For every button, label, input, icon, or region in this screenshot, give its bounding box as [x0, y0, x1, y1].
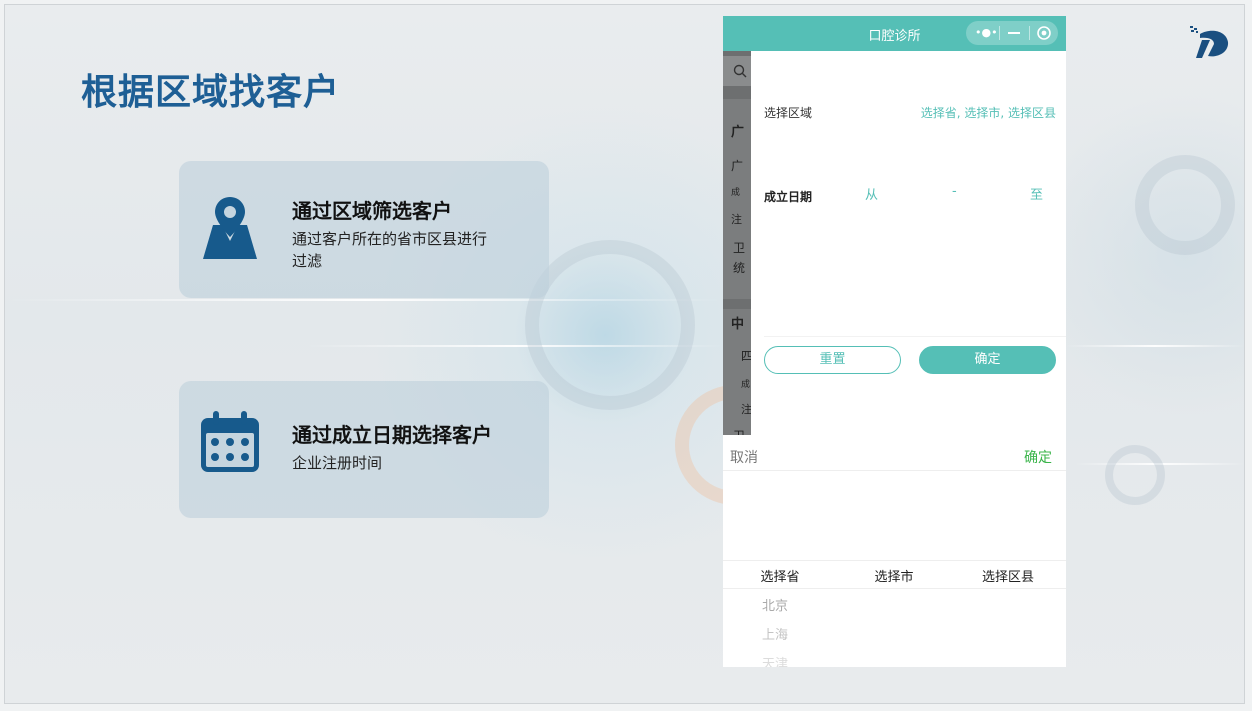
gear-decoration: [1135, 155, 1235, 255]
list-fragment: 广: [731, 159, 744, 173]
confirm-button[interactable]: 确定: [919, 346, 1056, 374]
card-title: 通过成立日期选择客户: [292, 423, 492, 447]
more-dots-icon[interactable]: •●•: [975, 26, 998, 40]
page-title: 根据区域找客户: [81, 72, 341, 113]
close-circle-icon[interactable]: [1037, 26, 1051, 40]
list-fragment: 中: [731, 317, 745, 332]
search-icon: [733, 63, 747, 78]
mini-program-capsule: •●•: [966, 21, 1058, 45]
company-logo-icon: [1190, 26, 1229, 58]
feature-card-region: 通过区域筛选客户 通过客户所在的省市区县进行过滤: [179, 161, 549, 298]
region-selector[interactable]: 选择省, 选择市, 选择区县: [921, 104, 1056, 121]
list-fragment: 成: [731, 188, 741, 198]
picker-confirm-button[interactable]: 确定: [1024, 447, 1052, 467]
background-list: 广 广 成 注 卫 统 中 四 成 注 卫: [723, 51, 751, 435]
picker-column-province[interactable]: 选择省: [723, 566, 837, 585]
picker-option[interactable]: 天津: [723, 653, 827, 667]
reset-button[interactable]: 重置: [764, 346, 901, 374]
picker-option[interactable]: 上海: [723, 624, 827, 643]
date-separator: -: [952, 184, 957, 199]
minimize-icon[interactable]: [1007, 26, 1021, 40]
picker-column-district[interactable]: 选择区县: [951, 566, 1065, 585]
calendar-icon: [201, 411, 259, 472]
glow-line: [1065, 345, 1244, 347]
picker-option[interactable]: 北京: [723, 595, 827, 614]
gear-decoration: [525, 240, 695, 410]
list-fragment: 四: [741, 349, 751, 363]
phone-screen: 口腔诊所 •●• 广 广 成 注 卫 统 中 四 成 注 卫: [723, 16, 1066, 667]
list-fragment: 卫: [733, 241, 746, 255]
date-from-input[interactable]: 从: [865, 184, 878, 203]
card-description: 企业注册时间: [292, 454, 383, 472]
region-label: 选择区域: [764, 106, 813, 120]
app-top-bar: 口腔诊所 •●•: [723, 16, 1066, 51]
date-label: 成立日期: [764, 190, 813, 204]
picker-column-city[interactable]: 选择市: [837, 566, 951, 585]
card-title: 通过区域筛选客户: [292, 199, 452, 223]
list-fragment: 注: [741, 403, 751, 416]
date-to-input[interactable]: 至: [1030, 184, 1043, 203]
list-fragment: 成: [741, 380, 751, 390]
list-fragment: 统: [733, 261, 746, 275]
filter-panel: 选择区域 选择省, 选择市, 选择区县 成立日期 从 - 至 重置 确定: [751, 51, 1066, 435]
card-description: 通过客户所在的省市区县进行过滤: [292, 230, 488, 270]
picker-cancel-button[interactable]: 取消: [730, 447, 758, 467]
map-pin-icon: [203, 197, 257, 259]
feature-card-date: 通过成立日期选择客户 企业注册时间: [179, 381, 549, 518]
list-fragment: 注: [731, 213, 742, 226]
list-fragment: 卫: [733, 427, 745, 435]
picker-toolbar: 取消 确定: [723, 435, 1066, 471]
gear-decoration: [1105, 445, 1165, 505]
list-fragment: 广: [731, 125, 745, 140]
